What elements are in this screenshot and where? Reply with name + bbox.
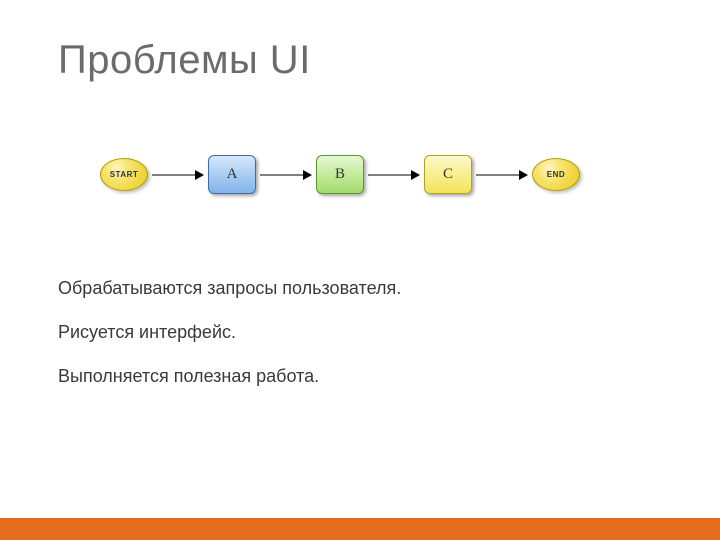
flow-start-node: START <box>100 158 148 191</box>
flow-diagram: START A B C END <box>100 155 580 194</box>
body-line: Обрабатываются запросы пользователя. <box>58 270 401 308</box>
slide: Проблемы UI START A B C END Обрабатывают… <box>0 0 720 540</box>
flow-node-b: B <box>316 155 364 194</box>
body-line: Рисуется интерфейс. <box>58 314 401 352</box>
slide-title: Проблемы UI <box>58 38 311 83</box>
arrow-icon <box>476 169 528 181</box>
arrow-icon <box>368 169 420 181</box>
arrow-icon <box>152 169 204 181</box>
accent-bar <box>0 518 720 540</box>
body-line: Выполняется полезная работа. <box>58 358 401 396</box>
arrow-icon <box>260 169 312 181</box>
flow-end-node: END <box>532 158 580 191</box>
flow-node-a: A <box>208 155 256 194</box>
body-text: Обрабатываются запросы пользователя. Рис… <box>58 270 401 401</box>
flow-node-c: C <box>424 155 472 194</box>
